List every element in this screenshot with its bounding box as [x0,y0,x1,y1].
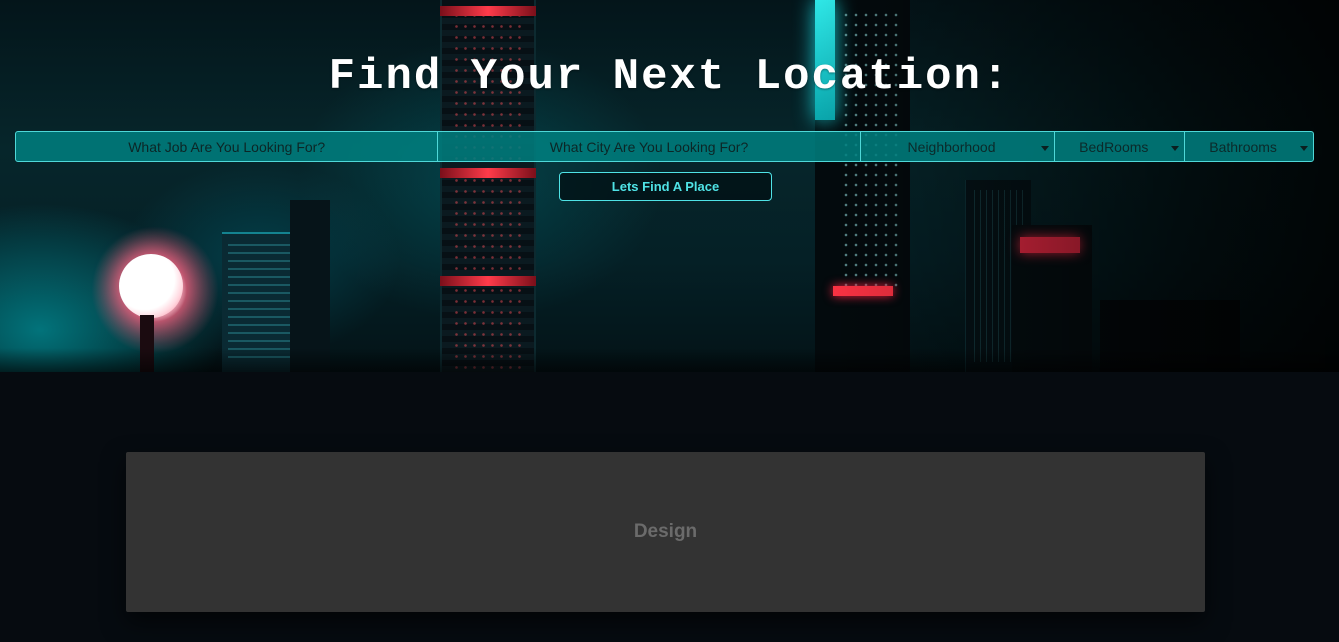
city-search-input[interactable] [438,132,860,161]
background-building [290,200,330,372]
bedrooms-select-label: BedRooms [1079,138,1149,155]
neighborhood-select-label: Neighborhood [907,138,996,155]
hero-ground [0,348,1339,372]
bathrooms-select[interactable]: Bathrooms [1185,132,1313,161]
bedrooms-select[interactable]: BedRooms [1055,132,1186,161]
city-field-wrapper [438,132,861,161]
job-search-input[interactable] [16,132,438,161]
find-place-button[interactable]: Lets Find A Place [559,172,772,201]
page-title: Find Your Next Location: [328,52,1011,102]
design-card: Design [126,452,1205,612]
neighborhood-select[interactable]: Neighborhood [861,132,1056,161]
card-title: Design [633,521,698,542]
search-bar: Neighborhood BedRooms Bathrooms [15,131,1314,162]
caret-down-icon [1299,146,1308,151]
job-field-wrapper [16,132,439,161]
caret-down-icon [1171,146,1180,151]
bathrooms-select-label: Bathrooms [1209,138,1277,155]
street-lamp [119,254,183,318]
caret-down-icon [1041,146,1050,151]
